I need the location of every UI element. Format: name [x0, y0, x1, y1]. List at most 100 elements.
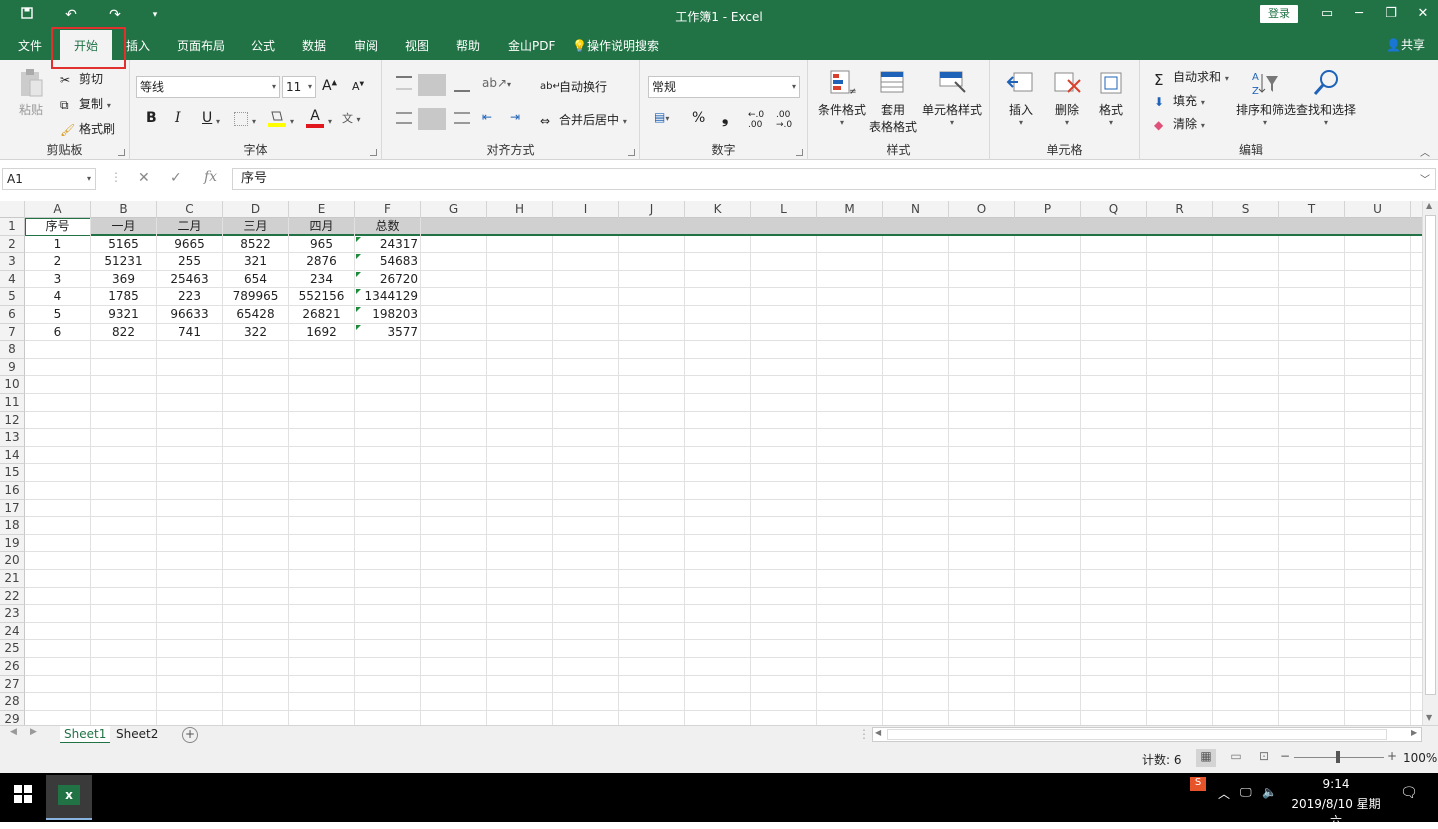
- cell-c2[interactable]: 9665: [157, 235, 223, 254]
- tab-insert[interactable]: 插入: [126, 30, 150, 60]
- cell-c7[interactable]: 741: [157, 323, 223, 342]
- next-sheet-icon[interactable]: ▶: [30, 727, 37, 737]
- minimize-icon[interactable]: ─: [1344, 4, 1374, 24]
- row-header-18[interactable]: 18: [0, 517, 25, 535]
- cell-a3[interactable]: 2: [25, 253, 91, 271]
- tray-expand-icon[interactable]: ︿: [1218, 785, 1230, 802]
- cell-e6[interactable]: 26821: [289, 306, 355, 324]
- column-header-u[interactable]: U: [1345, 201, 1411, 218]
- volume-icon[interactable]: 🔈: [1262, 785, 1277, 799]
- enter-icon[interactable]: ✓: [170, 170, 182, 186]
- row-header-10[interactable]: 10: [0, 376, 25, 394]
- accounting-format-icon[interactable]: ▤▾: [654, 110, 669, 124]
- align-center-icon[interactable]: [418, 108, 446, 130]
- cell-a6[interactable]: 5: [25, 306, 91, 324]
- column-header-i[interactable]: I: [553, 201, 619, 218]
- increase-font-icon[interactable]: A▲: [322, 78, 337, 94]
- cell-a1[interactable]: 序号: [25, 218, 91, 236]
- tell-me-search[interactable]: 💡操作说明搜索: [572, 30, 659, 60]
- tab-review[interactable]: 审阅: [354, 30, 378, 60]
- fill-color-dropdown-icon[interactable]: ▾: [290, 113, 294, 127]
- column-header-o[interactable]: O: [949, 201, 1015, 218]
- percent-style-button[interactable]: %: [692, 110, 705, 126]
- row-header-23[interactable]: 23: [0, 605, 25, 623]
- cell-c3[interactable]: 255: [157, 253, 223, 271]
- decrease-decimal-icon[interactable]: .00 →.0: [776, 110, 792, 130]
- ribbon-display-options-icon[interactable]: ▭: [1312, 4, 1342, 24]
- orientation-icon[interactable]: ab↗▾: [482, 76, 511, 90]
- row-header-13[interactable]: 13: [0, 429, 25, 447]
- row-header-11[interactable]: 11: [0, 394, 25, 412]
- cell-e3[interactable]: 2876: [289, 253, 355, 271]
- font-color-dropdown-icon[interactable]: ▾: [328, 113, 332, 127]
- tab-split-grip-icon[interactable]: ⋮: [858, 727, 870, 741]
- notification-icon[interactable]: 🗨: [1400, 785, 1418, 801]
- align-middle-icon[interactable]: [418, 74, 446, 96]
- vertical-scrollbar[interactable]: ▲ ▼: [1422, 201, 1438, 725]
- column-header-g[interactable]: G: [421, 201, 487, 218]
- column-header-c[interactable]: C: [157, 201, 223, 218]
- column-header-h[interactable]: H: [487, 201, 553, 218]
- cell-b7[interactable]: 822: [91, 323, 157, 342]
- row-header-3[interactable]: 3: [0, 253, 25, 271]
- row-header-24[interactable]: 24: [0, 622, 25, 641]
- network-icon[interactable]: 🖵: [1240, 785, 1252, 800]
- border-dropdown-icon[interactable]: ▾: [252, 113, 256, 127]
- tab-formulas[interactable]: 公式: [251, 30, 275, 60]
- row-header-5[interactable]: 5: [0, 288, 25, 306]
- cell-f1[interactable]: 总数: [355, 218, 421, 236]
- format-painter-button[interactable]: 🖌 格式刷: [60, 120, 115, 137]
- delete-cells-button[interactable]: 删除 ▾: [1048, 68, 1086, 127]
- cell-styles-button[interactable]: 单元格样式 ▾: [922, 68, 982, 127]
- clock-date[interactable]: 2019/8/10 星期六: [1288, 795, 1384, 829]
- row-header-21[interactable]: 21: [0, 570, 25, 588]
- cell-e7[interactable]: 1692: [289, 323, 355, 342]
- column-header-d[interactable]: D: [223, 201, 289, 218]
- column-header-l[interactable]: L: [751, 201, 817, 218]
- align-bottom-icon[interactable]: [454, 78, 470, 92]
- column-header-p[interactable]: P: [1015, 201, 1081, 218]
- cell-f5[interactable]: 1344129: [355, 288, 421, 306]
- clock-time[interactable]: 9:14: [1288, 777, 1384, 791]
- format-as-table-button[interactable]: 套用 表格格式: [866, 68, 920, 135]
- decrease-font-icon[interactable]: A▼: [352, 80, 364, 93]
- error-indicator-icon[interactable]: [356, 289, 361, 295]
- prev-sheet-icon[interactable]: ◀: [10, 727, 17, 737]
- fill-button[interactable]: ⬇ 填充 ▾: [1154, 92, 1205, 109]
- copy-button[interactable]: ⧉ 复制 ▾: [60, 95, 111, 112]
- clear-button[interactable]: ◆ 清除 ▾: [1154, 115, 1205, 132]
- expand-formula-bar-icon[interactable]: ﹀: [1420, 171, 1430, 186]
- scroll-up-icon[interactable]: ▲: [1426, 201, 1432, 210]
- error-indicator-icon[interactable]: [356, 254, 361, 260]
- ime-icon[interactable]: S: [1190, 777, 1206, 791]
- autosum-button[interactable]: Σ 自动求和 ▾: [1154, 68, 1229, 89]
- row-header-15[interactable]: 15: [0, 464, 25, 482]
- horizontal-scrollbar[interactable]: ◀ ▶: [872, 727, 1422, 742]
- cell-f7[interactable]: 3577: [355, 323, 421, 342]
- cell-e5[interactable]: 552156: [289, 288, 355, 306]
- bold-button[interactable]: B: [146, 110, 157, 126]
- font-name-combo[interactable]: 等线 ▾: [136, 76, 280, 98]
- vertical-scroll-thumb[interactable]: [1425, 215, 1436, 695]
- cell-c1[interactable]: 二月: [157, 218, 223, 236]
- name-box[interactable]: A1 ▾: [2, 168, 96, 190]
- row-header-8[interactable]: 8: [0, 341, 25, 359]
- insert-cells-button[interactable]: 插入 ▾: [1002, 68, 1040, 127]
- scroll-left-icon[interactable]: ◀: [875, 728, 881, 737]
- column-header-s[interactable]: S: [1213, 201, 1279, 218]
- cell-c4[interactable]: 25463: [157, 270, 223, 289]
- horizontal-scroll-thumb[interactable]: [887, 729, 1387, 740]
- decrease-indent-icon[interactable]: ⇤: [482, 110, 492, 124]
- cell-e2[interactable]: 965: [289, 235, 355, 254]
- increase-indent-icon[interactable]: ⇥: [510, 110, 520, 124]
- clipboard-launcher-icon[interactable]: [118, 149, 125, 156]
- row-header-4[interactable]: 4: [0, 270, 25, 289]
- column-header-a[interactable]: A: [25, 201, 91, 218]
- row-header-7[interactable]: 7: [0, 323, 25, 342]
- tab-view[interactable]: 视图: [405, 30, 429, 60]
- row-header-17[interactable]: 17: [0, 499, 25, 518]
- column-header-b[interactable]: B: [91, 201, 157, 218]
- column-header-r[interactable]: R: [1147, 201, 1213, 218]
- restore-icon[interactable]: ❐: [1376, 4, 1406, 24]
- row-header-9[interactable]: 9: [0, 358, 25, 377]
